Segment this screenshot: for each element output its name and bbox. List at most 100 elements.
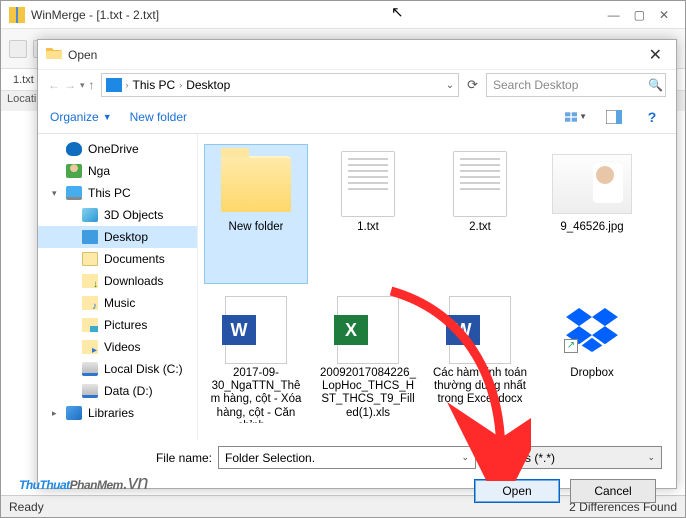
toolbar-button[interactable] [9,40,27,58]
folder-icon [216,149,296,219]
word-icon [440,295,520,365]
back-button[interactable]: ← [48,78,60,92]
nav-item-label: Music [104,296,135,310]
desktop-icon [82,230,98,244]
nav-item-label: OneDrive [88,142,139,156]
chevron-down-icon[interactable]: ⌄ [446,80,454,91]
chevron-down-icon[interactable]: ⌄ [461,452,469,463]
lib-icon [66,406,82,420]
file-label: 20092017084226_LopHoc_THCS_HST_THCS_T9_F… [319,367,417,420]
cloud-icon [66,142,82,156]
nav-item-data-d-[interactable]: Data (D:) [38,380,197,402]
file-item[interactable]: 2.txt [428,144,532,284]
chevron-right-icon: › [126,80,129,90]
forward-button[interactable]: → [64,78,76,92]
nav-item-this-pc[interactable]: ▾This PC [38,182,197,204]
nav-item-downloads[interactable]: Downloads [38,270,197,292]
music-icon [82,296,98,310]
folder-doc-icon [82,252,98,266]
down-icon [82,274,98,288]
nav-item-onedrive[interactable]: OneDrive [38,138,197,160]
file-label: 2017-09-30_NgaTTN_Thêm hàng, cột - Xóa h… [207,367,305,423]
nav-item-music[interactable]: Music [38,292,197,314]
dropbox-icon [552,295,632,365]
file-item[interactable]: 20092017084226_LopHoc_THCS_HST_THCS_T9_F… [316,290,420,430]
folder-open-icon [46,46,62,63]
user-icon [66,164,82,178]
text-icon [328,149,408,219]
nav-item-label: Data (D:) [104,384,153,398]
chevron-icon: ▸ [52,408,60,419]
close-icon[interactable]: ✕ [643,43,668,67]
dialog-title: Open [68,48,643,62]
excel-icon [328,295,408,365]
photo-icon [552,149,632,219]
new-folder-button[interactable]: New folder [130,110,187,124]
nav-item-label: Pictures [104,318,147,332]
nav-item-label: Local Disk (C:) [104,362,183,376]
cube-icon [82,208,98,222]
nav-item-videos[interactable]: Videos [38,336,197,358]
nav-item-local-disk-c-[interactable]: Local Disk (C:) [38,358,197,380]
nav-item-nga[interactable]: Nga [38,160,197,182]
organize-label: Organize [50,110,99,124]
search-box[interactable]: 🔍 [486,73,666,97]
nav-item-documents[interactable]: Documents [38,248,197,270]
file-list[interactable]: New folder 1.txt 2.txt 9_46526.jpg 2017-09-3… [198,134,676,440]
refresh-icon[interactable]: ⟳ [465,77,480,93]
text-icon [440,149,520,219]
nav-tree[interactable]: OneDrive Nga ▾This PC 3D Objects Desktop Docu… [38,134,198,440]
file-label: 2.txt [469,221,491,234]
nav-item-label: Downloads [104,274,163,288]
nav-item-label: Desktop [104,230,148,244]
nav-item-pictures[interactable]: Pictures [38,314,197,336]
nav-item-label: 3D Objects [104,208,163,222]
file-label: Các hàm tính toán thường dùng nhất trong… [431,367,529,407]
winmerge-icon [9,7,25,23]
breadcrumb[interactable]: › This PC › Desktop ⌄ [101,73,460,97]
chevron-down-icon: ▼ [103,112,112,122]
nav-item-desktop[interactable]: Desktop [38,226,197,248]
view-mode-button[interactable]: ▼ [564,107,588,127]
nav-item-libraries[interactable]: ▸Libraries [38,402,197,424]
main-window-title: WinMerge - [1.txt - 2.txt] [31,8,600,22]
pc-icon [66,186,82,200]
file-type-value: All Files (*.*) [489,451,555,465]
main-title-bar: WinMerge - [1.txt - 2.txt] — ▢ ✕ [1,1,685,29]
open-file-dialog: Open ✕ ← → ▾ ↑ › This PC › Desktop ⌄ ⟳ 🔍… [37,39,677,489]
up-button[interactable]: ↑ [89,78,95,92]
nav-item-label: Nga [88,164,110,178]
file-item[interactable]: 2017-09-30_NgaTTN_Thêm hàng, cột - Xóa h… [204,290,308,430]
file-item[interactable]: Các hàm tính toán thường dùng nhất trong… [428,290,532,430]
file-name-label: File name: [52,451,212,465]
videos-icon [82,340,98,354]
organize-menu[interactable]: Organize ▼ [50,110,112,124]
nav-item-3d-objects[interactable]: 3D Objects [38,204,197,226]
crumb-this-pc[interactable]: This PC [133,78,176,92]
preview-pane-button[interactable] [602,107,626,127]
file-type-select[interactable]: All Files (*.*) ⌄ [482,446,662,469]
minimize-btn[interactable]: — [608,8,620,22]
file-label: New folder [229,221,284,234]
file-item[interactable]: 1.txt [316,144,420,284]
open-button[interactable]: Open [474,479,560,503]
file-name-input[interactable]: Folder Selection. ⌄ [218,446,476,469]
cancel-button[interactable]: Cancel [570,479,656,503]
search-input[interactable] [493,78,648,92]
history-dropdown[interactable]: ▾ [80,80,85,91]
crumb-desktop[interactable]: Desktop [186,78,230,92]
chevron-down-icon[interactable]: ⌄ [647,452,655,463]
maximize-btn[interactable]: ▢ [634,8,645,22]
diff-pane-label: Diff Pane [0,442,3,487]
help-icon[interactable]: ? [640,107,664,127]
file-label: 9_46526.jpg [560,221,623,234]
close-btn[interactable]: ✕ [659,8,669,22]
file-item[interactable]: New folder [204,144,308,284]
file-item[interactable]: 9_46526.jpg [540,144,644,284]
word-icon [216,295,296,365]
disk-icon [82,362,98,376]
file-name-value: Folder Selection. [225,451,315,465]
file-item[interactable]: Dropbox [540,290,644,430]
nav-item-label: Documents [104,252,165,266]
pc-icon [106,78,122,92]
